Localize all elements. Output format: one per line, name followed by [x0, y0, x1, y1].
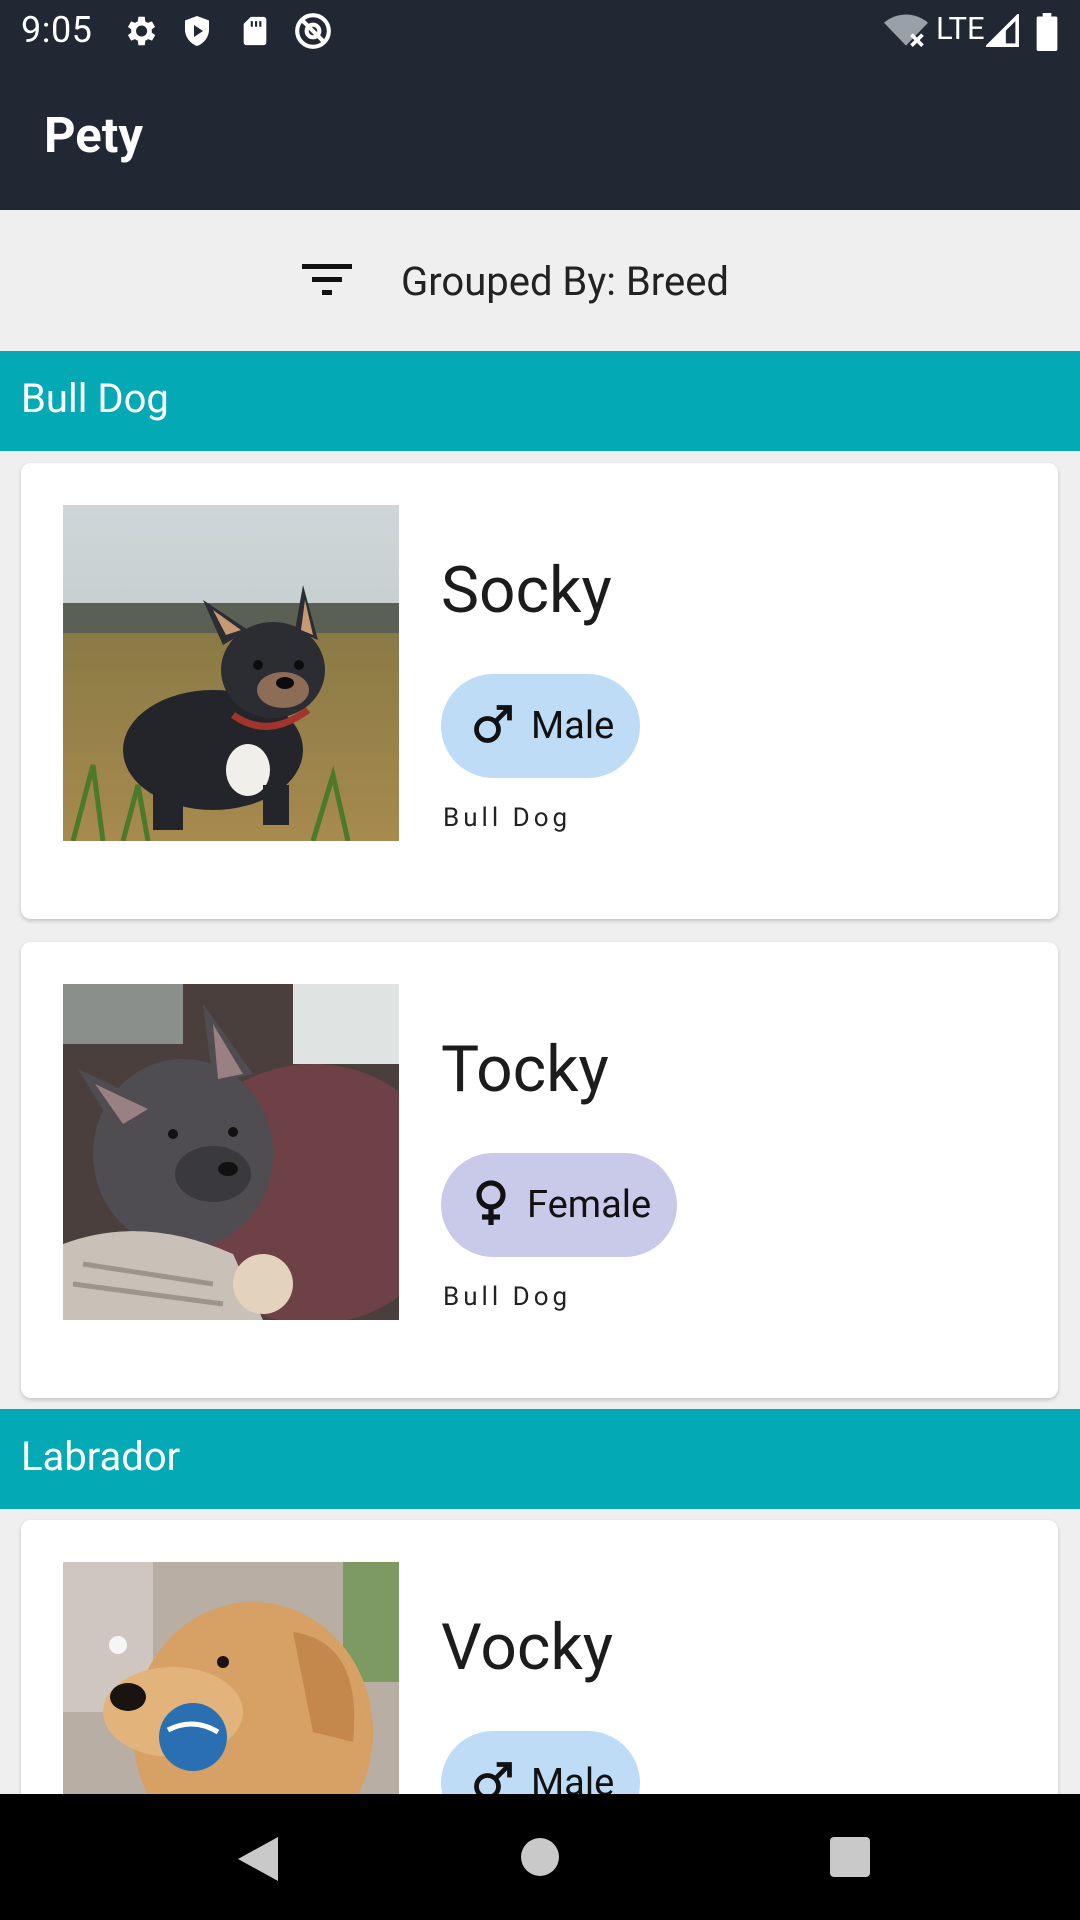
pet-card[interactable]: Socky Male Bull Dog: [21, 463, 1058, 919]
section-header-bull-dog: Bull Dog: [0, 351, 1080, 451]
male-icon: [471, 702, 515, 750]
pet-card[interactable]: Tocky Female Bull Dog: [21, 942, 1058, 1398]
pet-photo: [63, 984, 399, 1320]
status-bar: 9:05 LTE: [0, 0, 1080, 63]
signal-icon: [984, 12, 1020, 52]
gender-label: Male: [531, 704, 615, 748]
back-icon[interactable]: [238, 1837, 280, 1885]
pet-breed: Bull Dog: [443, 1282, 572, 1312]
female-icon: [471, 1179, 511, 1231]
section-title: Bull Dog: [21, 375, 169, 422]
section-title: Labrador: [21, 1433, 181, 1480]
home-icon[interactable]: [520, 1837, 560, 1881]
status-time: 9:05: [21, 9, 93, 51]
pet-breed: Bull Dog: [443, 803, 572, 833]
recents-icon[interactable]: [830, 1837, 870, 1881]
battery-icon: [1036, 13, 1058, 55]
pet-name: Tocky: [441, 1032, 609, 1107]
gender-label: Female: [527, 1183, 652, 1227]
navigation-bar: [0, 1794, 1080, 1920]
gender-chip: Male: [441, 674, 641, 778]
grouping-label[interactable]: Grouped By: Breed: [401, 258, 729, 305]
at-sign-icon: [294, 12, 332, 54]
pet-name: Socky: [441, 553, 612, 628]
settings-icon: [121, 12, 159, 54]
pet-photo: [63, 505, 399, 841]
grouping-bar[interactable]: Grouped By: Breed: [0, 210, 1080, 351]
section-header-labrador: Labrador: [0, 1409, 1080, 1509]
app-bar: Pety: [0, 63, 1080, 210]
shield-icon: [179, 12, 215, 54]
wifi-icon: [884, 14, 928, 52]
gender-chip: Female: [441, 1153, 678, 1257]
pet-name: Vocky: [441, 1610, 614, 1685]
lte-indicator: LTE: [936, 10, 985, 47]
sd-card-icon: [238, 12, 272, 54]
filter-icon[interactable]: [302, 262, 352, 302]
app-title: Pety: [44, 107, 143, 164]
